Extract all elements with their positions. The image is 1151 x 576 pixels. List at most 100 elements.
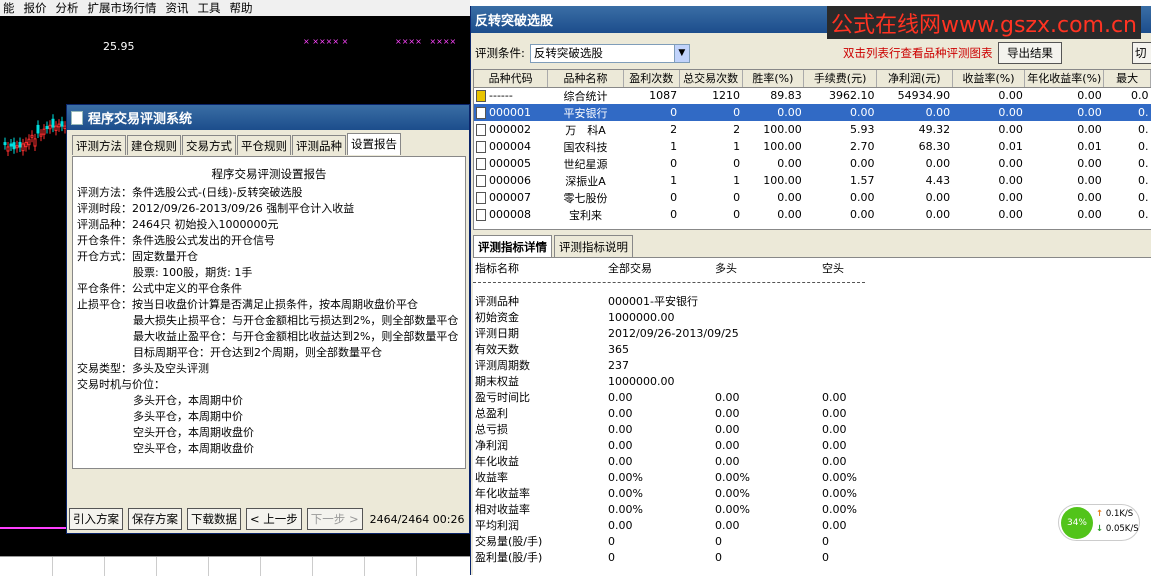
- stock-icon: [476, 192, 486, 204]
- detail-tab-0[interactable]: 评测指标详情: [473, 235, 552, 257]
- dialog-titlebar[interactable]: 程序交易评测系统: [67, 105, 469, 130]
- table-cell: 0.00: [803, 104, 877, 121]
- detail-cell: 0: [822, 535, 829, 548]
- table-row[interactable]: 000004 国农科技 1 1 100.00 2.70 68.30 0.01 0.01 0.: [474, 138, 1151, 155]
- grid-line: [208, 557, 209, 576]
- detail-cell: 0.00: [822, 455, 847, 468]
- table-cell: 89.83: [770, 89, 802, 103]
- table-cell: 000008: [474, 206, 548, 223]
- tab-0[interactable]: 评测方法: [72, 135, 126, 155]
- menu-item[interactable]: 报价: [21, 0, 53, 16]
- table-cell: 0.00: [998, 89, 1023, 103]
- column-header[interactable]: 品种名称: [547, 70, 624, 88]
- column-header[interactable]: 收益率(%): [952, 70, 1026, 88]
- report-line: 最大损失止损平仓：与开仓金额相比亏损达到2%，则全部数量平仓: [77, 314, 459, 327]
- detail-cell: 0.00%: [715, 487, 750, 500]
- table-row[interactable]: 000005 世纪星源 0 0 0.00 0.00 0.00 0.00 0.00 0.: [474, 155, 1151, 172]
- bottom-grid-strip: [0, 556, 470, 576]
- detail-row: 交易量(股/手) 0 0 0: [473, 534, 1151, 550]
- table-cell: 0.00: [849, 157, 875, 170]
- detail-cell: 0.00%: [822, 471, 857, 484]
- detail-row: 评测品种 000001-平安银行: [473, 294, 1151, 310]
- stock-code: 000007: [489, 191, 531, 204]
- table-row[interactable]: 000007 零七股份 0 0 0.00 0.00 0.00 0.00 0.00 0.: [474, 189, 1151, 206]
- detail-cell: 0.00%: [715, 503, 750, 516]
- table-row[interactable]: ------ 综合统计 1087 1210 89.83 3962.10 54934.90 0.…: [474, 87, 1151, 104]
- report-line: 止损平仓：按当日收盘价计算是否满足止损条件，按本周期收盘价平仓: [77, 298, 418, 311]
- prev-step-button[interactable]: < 上一步: [246, 508, 302, 530]
- table-cell: 2.70: [849, 140, 875, 153]
- table-cell: 100.00: [763, 123, 802, 136]
- table-cell: 0: [670, 208, 678, 221]
- table-cell: ------: [474, 87, 548, 104]
- result-dialog[interactable]: 反转突破选股 评测条件: 反转突破选股 ▼ 双击列表行查看品种评测图表 导出结果…: [470, 6, 1151, 575]
- detail-tab-1[interactable]: 评测指标说明: [554, 235, 633, 257]
- results-table[interactable]: 品种代码 品种名称 盈利次数 总交易次数 胜率(%) 手续费(元) 净利润(元) 收益率(%)…: [473, 69, 1151, 230]
- column-header[interactable]: 最大: [1103, 70, 1151, 88]
- detail-cell: 总亏损: [475, 423, 508, 436]
- menu-item[interactable]: 能: [0, 0, 21, 16]
- column-header[interactable]: 净利润(元): [876, 70, 953, 88]
- export-results-button[interactable]: 导出结果: [998, 42, 1062, 64]
- candle-body: [3, 142, 7, 146]
- table-row[interactable]: 000006 深振业A 1 1 100.00 1.57 4.43 0.00 0.00 0.: [474, 172, 1151, 189]
- table-cell: 49.32: [918, 123, 951, 136]
- chevron-down-icon[interactable]: ▼: [673, 44, 689, 62]
- network-speed-widget[interactable]: 34% ↑ 0.1K/S ↓ 0.05K/S: [1058, 504, 1140, 541]
- table-cell: 0.00: [777, 191, 802, 204]
- menu-item[interactable]: 帮助: [227, 0, 259, 16]
- table-row[interactable]: 000001 平安银行 0 0 0.00 0.00 0.00 0.00 0.00 0.: [474, 104, 1151, 121]
- stock-icon: [476, 107, 486, 119]
- table-cell: 0: [670, 157, 678, 170]
- candle-body: [24, 141, 28, 148]
- candle-body: [48, 124, 52, 130]
- table-row[interactable]: 000002 万 科A 2 2 100.00 5.93 49.32 0.00 0.00 0.: [474, 121, 1151, 138]
- table-cell: 000006: [474, 172, 548, 189]
- tab-2[interactable]: 交易方式: [182, 135, 236, 155]
- detail-cell: 0.00: [822, 423, 847, 436]
- column-header[interactable]: 盈利次数: [623, 70, 680, 88]
- table-cell: 0: [733, 208, 741, 221]
- detail-cell: 评测周期数: [475, 359, 530, 372]
- switch-button[interactable]: 切: [1132, 42, 1151, 64]
- table-cell: 1210: [712, 89, 741, 103]
- table-cell: 100.00: [763, 140, 802, 153]
- tab-3[interactable]: 平仓规则: [237, 135, 291, 155]
- column-header[interactable]: 手续费(元): [803, 70, 877, 88]
- table-row[interactable]: 000008 宝利来 0 0 0.00 0.00 0.00 0.00 0.00 0.: [474, 206, 1151, 223]
- table-cell: 0.00: [1077, 123, 1102, 136]
- report-line: 空头平仓，本周期收盘价: [77, 442, 254, 455]
- menu-item[interactable]: 资讯: [163, 0, 195, 16]
- tab-4[interactable]: 评测品种: [292, 135, 346, 155]
- import-plan-button[interactable]: 引入方案: [69, 508, 123, 530]
- table-cell: 0.00: [1024, 104, 1104, 121]
- signal-marks: × ×××× ×: [303, 37, 349, 46]
- tab-1[interactable]: 建仓规则: [127, 135, 181, 155]
- table-cell: 0.00: [998, 123, 1023, 136]
- detail-cell: 评测日期: [475, 327, 519, 340]
- table-cell: 0: [733, 157, 741, 170]
- menu-item[interactable]: 扩展市场行情: [85, 0, 163, 16]
- table-cell: 0.00: [998, 191, 1023, 204]
- menu-item[interactable]: 分析: [53, 0, 85, 16]
- menu-item[interactable]: 工具: [195, 0, 227, 16]
- download-data-button[interactable]: 下载数据: [187, 508, 241, 530]
- detail-cell: 0: [608, 551, 615, 564]
- report-line: 多头开仓，本周期中价: [77, 394, 243, 407]
- tab-5[interactable]: 设置报告: [347, 133, 401, 155]
- save-plan-button[interactable]: 保存方案: [128, 508, 182, 530]
- next-step-button[interactable]: 下一步 >: [306, 508, 363, 530]
- column-header[interactable]: 品种代码: [474, 70, 549, 88]
- detail-cell: 1000000.00: [608, 311, 675, 324]
- candle-body: [54, 125, 58, 131]
- column-header[interactable]: 总交易次数: [679, 70, 743, 88]
- table-cell: 0: [733, 191, 741, 204]
- candle-body: [12, 142, 16, 150]
- report-line: 最大收益止盈平仓：与开仓金额相比收益达到2%，则全部数量平仓: [77, 330, 459, 343]
- detail-row: 总盈利 0.00 0.00 0.00: [473, 406, 1151, 422]
- table-cell: 综合统计: [563, 89, 608, 103]
- criteria-select[interactable]: 反转突破选股 ▼: [529, 43, 690, 63]
- column-header[interactable]: 胜率(%): [742, 70, 805, 88]
- trade-test-system-dialog[interactable]: 程序交易评测系统 评测方法 建仓规则 交易方式 平仓规则 评测品种 设置报告 程序交易评测…: [66, 104, 470, 534]
- column-header[interactable]: 年化收益率(%): [1024, 70, 1105, 88]
